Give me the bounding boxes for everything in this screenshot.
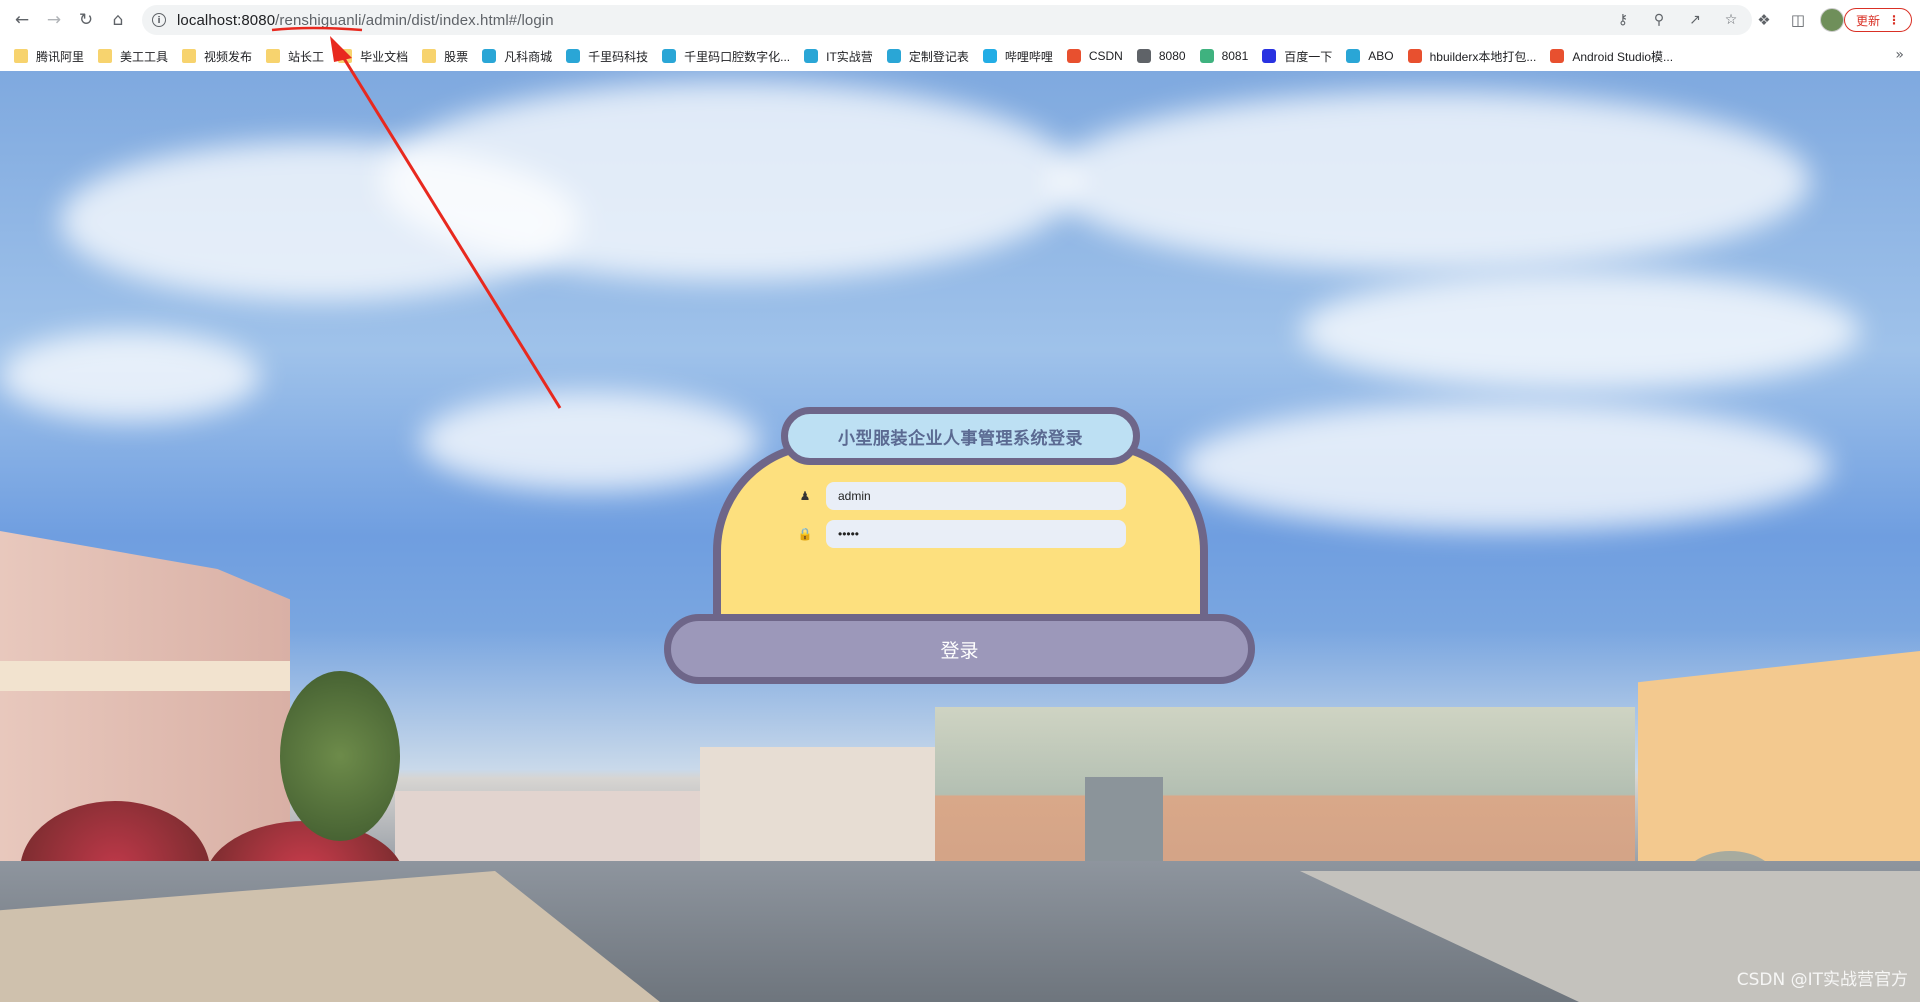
password-row: 🔒 •••••	[797, 520, 1127, 548]
login-button-label: 登录	[940, 639, 979, 662]
login-button[interactable]: 登录	[664, 614, 1255, 684]
user-icon: ♟	[799, 489, 811, 503]
username-row: ♟ admin	[797, 482, 1127, 510]
password-input[interactable]: •••••	[826, 520, 1126, 548]
watermark: CSDN @IT实战营官方	[1736, 970, 1908, 990]
username-input[interactable]: admin	[826, 482, 1126, 510]
lock-icon: 🔒	[797, 527, 813, 541]
login-title-banner: 小型服装企业人事管理系统登录	[781, 407, 1140, 465]
login-title: 小型服装企业人事管理系统登录	[838, 428, 1083, 449]
